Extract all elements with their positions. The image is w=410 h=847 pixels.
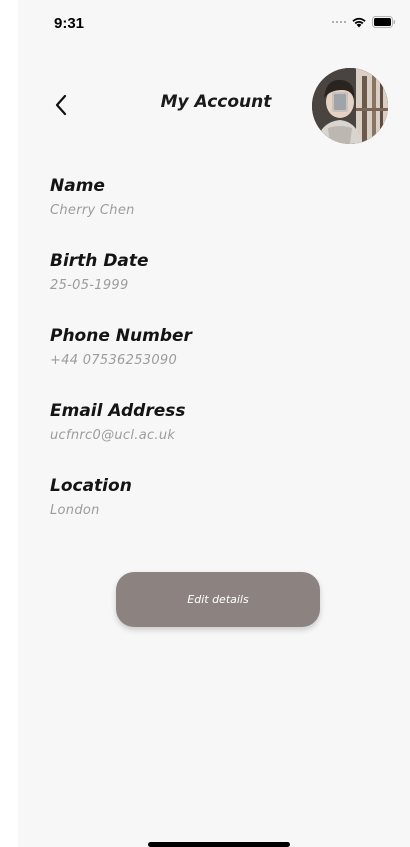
field-label: Phone Number xyxy=(50,326,192,346)
wifi-icon xyxy=(352,17,366,28)
field-value: ucfnrc0@ucl.ac.uk xyxy=(50,428,176,443)
field-location: Location London xyxy=(50,472,380,547)
status-bar: 9:31 xyxy=(18,0,410,48)
field-label: Name xyxy=(50,176,105,196)
battery-icon xyxy=(372,16,396,28)
field-email-address: Email Address ucfnrc0@ucl.ac.uk xyxy=(50,397,380,472)
status-time: 9:31 xyxy=(54,15,85,32)
field-value: London xyxy=(50,503,100,518)
status-icons xyxy=(332,15,396,29)
field-value: +44 07536253090 xyxy=(50,353,178,368)
field-phone-number: Phone Number +44 07536253090 xyxy=(50,322,380,397)
edit-details-button[interactable]: Edit details xyxy=(116,572,320,627)
avatar[interactable] xyxy=(312,68,388,144)
avatar-photo xyxy=(312,68,388,144)
field-label: Email Address xyxy=(50,401,186,421)
account-screen: 9:31 My Account Name Cherry Chen Birth D… xyxy=(18,0,410,847)
account-details: Name Cherry Chen Birth Date 25-05-1999 P… xyxy=(50,172,380,547)
header: My Account xyxy=(18,66,410,146)
field-value: 25-05-1999 xyxy=(50,278,129,293)
field-label: Location xyxy=(50,476,132,496)
field-birth-date: Birth Date 25-05-1999 xyxy=(50,247,380,322)
field-name: Name Cherry Chen xyxy=(50,172,380,247)
field-value: Cherry Chen xyxy=(50,203,135,218)
field-label: Birth Date xyxy=(50,251,149,271)
home-indicator xyxy=(148,842,290,847)
signal-icon xyxy=(332,21,346,23)
